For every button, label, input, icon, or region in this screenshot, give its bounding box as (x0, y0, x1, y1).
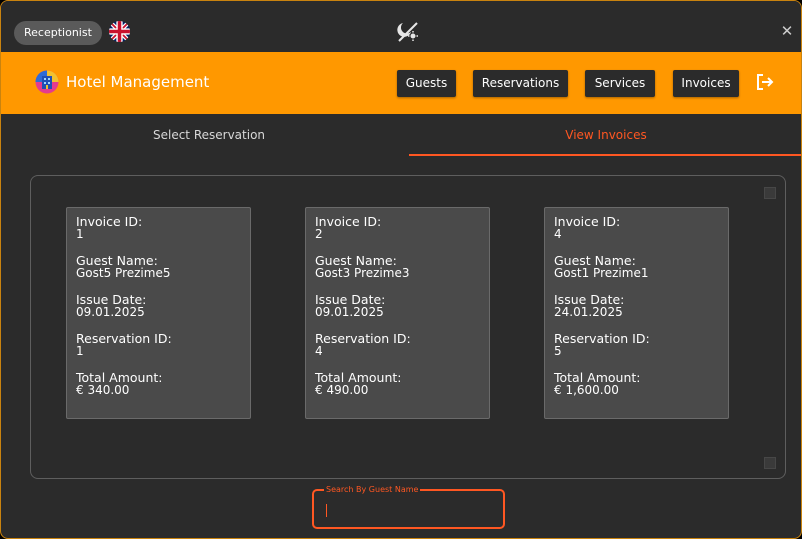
scroll-up-button[interactable] (764, 187, 776, 199)
nav-services-button[interactable]: Services (585, 70, 655, 97)
theme-toggle-icon[interactable] (395, 19, 421, 45)
guest-name-value: Gost3 Prezime3 (315, 266, 410, 280)
reservation-id-value: 5 (554, 344, 562, 358)
role-badge: Receptionist (14, 21, 102, 45)
nav-guests-button[interactable]: Guests (397, 70, 456, 97)
app-window: Receptionist ✕ Hotel Management Guests R… (0, 0, 802, 539)
nav-invoices-button[interactable]: Invoices (673, 70, 739, 97)
tab-select-reservation[interactable]: Select Reservation (9, 114, 409, 157)
reservation-id-label: Reservation ID: (76, 331, 172, 346)
total-amount-value: € 1,600.00 (554, 383, 619, 397)
total-amount-value: € 340.00 (76, 383, 130, 397)
invoice-card[interactable]: Invoice ID: 1 Guest Name: Gost5 Prezime5 I… (66, 207, 251, 419)
title-bar: Receptionist ✕ (1, 1, 801, 52)
search-label: Search By Guest Name (324, 485, 421, 495)
active-tab-indicator (409, 154, 801, 156)
tab-view-invoices[interactable]: View Invoices (409, 114, 801, 157)
close-button[interactable]: ✕ (779, 23, 795, 39)
reservation-id-label: Reservation ID: (315, 331, 411, 346)
reservation-id-value: 1 (76, 344, 84, 358)
nav-reservations-button[interactable]: Reservations (473, 70, 568, 97)
invoice-id-label: Invoice ID: (554, 214, 621, 229)
invoice-id-label: Invoice ID: (315, 214, 382, 229)
issue-date-value: 24.01.2025 (554, 305, 623, 319)
invoice-id-value: 4 (554, 227, 562, 241)
guest-name-value: Gost5 Prezime5 (76, 266, 171, 280)
invoice-card[interactable]: Invoice ID: 2 Guest Name: Gost3 Prezime3 I… (305, 207, 490, 419)
issue-date-value: 09.01.2025 (315, 305, 384, 319)
reservation-id-value: 4 (315, 344, 323, 358)
search-field[interactable]: Search By Guest Name (312, 485, 505, 529)
issue-date-value: 09.01.2025 (76, 305, 145, 319)
invoice-id-value: 2 (315, 227, 323, 241)
uk-flag-icon[interactable] (109, 21, 130, 42)
invoice-card[interactable]: Invoice ID: 4 Guest Name: Gost1 Prezime1 I… (544, 207, 729, 419)
invoice-id-value: 1 (76, 227, 84, 241)
text-caret (326, 504, 327, 517)
guest-name-value: Gost1 Prezime1 (554, 266, 649, 280)
total-amount-value: € 490.00 (315, 383, 369, 397)
reservation-id-label: Reservation ID: (554, 331, 650, 346)
app-title: Hotel Management (66, 73, 210, 91)
invoice-id-label: Invoice ID: (76, 214, 143, 229)
logout-icon[interactable] (755, 72, 775, 92)
hotel-logo-icon (35, 70, 59, 94)
scroll-down-button[interactable] (764, 457, 776, 469)
search-input[interactable] (328, 501, 502, 521)
